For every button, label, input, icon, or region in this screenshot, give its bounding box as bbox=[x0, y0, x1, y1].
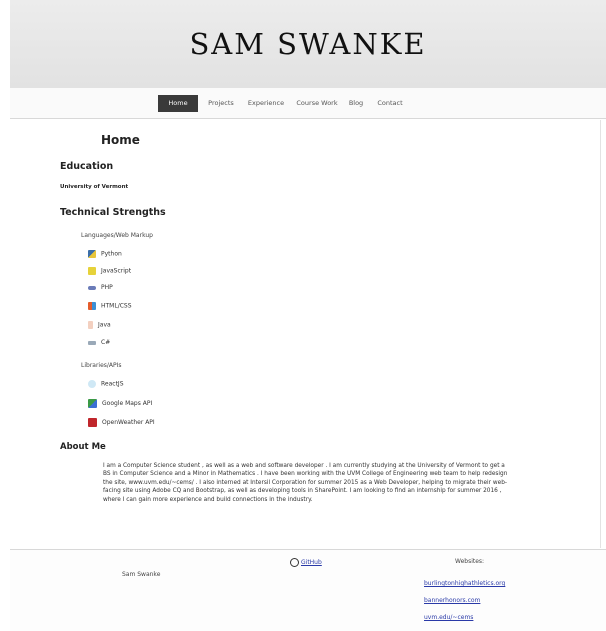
nav-contact[interactable]: Contact bbox=[372, 95, 408, 112]
library-label: OpenWeather API bbox=[102, 419, 155, 426]
java-icon bbox=[88, 321, 93, 329]
skill-label: Python bbox=[101, 250, 122, 258]
page-title: Home bbox=[101, 133, 140, 147]
websites-label: Websites: bbox=[455, 558, 485, 565]
github-label: GitHub bbox=[301, 559, 322, 566]
skill-html-css: HTML/CSS bbox=[88, 302, 132, 314]
site-header: SAM SWANKE bbox=[10, 0, 606, 89]
technical-strengths-heading: Technical Strengths bbox=[60, 207, 166, 218]
languages-label: Languages/Web Markup bbox=[81, 232, 153, 239]
google-maps-icon bbox=[88, 399, 97, 408]
skill-csharp: C# bbox=[88, 339, 110, 351]
website-link-3[interactable]: uvm.edu/~cems bbox=[424, 614, 473, 621]
website-link-1[interactable]: burlingtonhighathletics.org bbox=[424, 580, 505, 587]
about-heading: About Me bbox=[60, 442, 106, 452]
library-react: ReactJS bbox=[88, 380, 124, 392]
library-label: Google Maps API bbox=[102, 400, 153, 407]
library-openweather: OpenWeather API bbox=[88, 418, 155, 430]
skill-label: Java bbox=[98, 321, 111, 329]
nav-blog[interactable]: Blog bbox=[344, 95, 368, 112]
python-icon bbox=[88, 250, 96, 258]
skill-label: PHP bbox=[101, 284, 113, 291]
about-paragraph: I am a Computer Science student , as wel… bbox=[103, 463, 508, 503]
footer-name: Sam Swanke bbox=[122, 571, 161, 578]
university-name: University of Vermont bbox=[60, 184, 129, 190]
website-link-2[interactable]: bannerhonors.com bbox=[424, 597, 480, 604]
nav-course-work[interactable]: Course Work bbox=[292, 95, 342, 112]
education-heading: Education bbox=[60, 161, 114, 172]
openweather-icon bbox=[88, 418, 97, 427]
skill-label: JavaScript bbox=[101, 267, 132, 275]
github-link[interactable]: GitHub bbox=[290, 558, 322, 567]
skill-label: C# bbox=[101, 339, 111, 346]
site-title: SAM SWANKE bbox=[189, 27, 427, 61]
skill-java: Java bbox=[88, 321, 111, 333]
skill-javascript: JavaScript bbox=[88, 267, 131, 279]
nav-experience[interactable]: Experience bbox=[242, 95, 290, 112]
github-icon bbox=[290, 558, 299, 567]
csharp-icon bbox=[88, 340, 96, 345]
library-label: ReactJS bbox=[101, 380, 124, 388]
javascript-icon bbox=[88, 267, 96, 275]
skill-label: HTML/CSS bbox=[101, 302, 132, 310]
libraries-label: Libraries/APIs bbox=[81, 362, 122, 369]
nav-projects[interactable]: Projects bbox=[203, 95, 239, 112]
nav-home[interactable]: Home bbox=[158, 95, 198, 112]
skill-php: PHP bbox=[88, 284, 113, 296]
html-css-icon bbox=[88, 302, 96, 310]
react-icon bbox=[88, 380, 96, 388]
php-icon bbox=[88, 285, 96, 290]
skill-python: Python bbox=[88, 250, 122, 262]
library-google-maps: Google Maps API bbox=[88, 399, 152, 411]
nav-bar: Home Projects Experience Course Work Blo… bbox=[10, 88, 606, 119]
